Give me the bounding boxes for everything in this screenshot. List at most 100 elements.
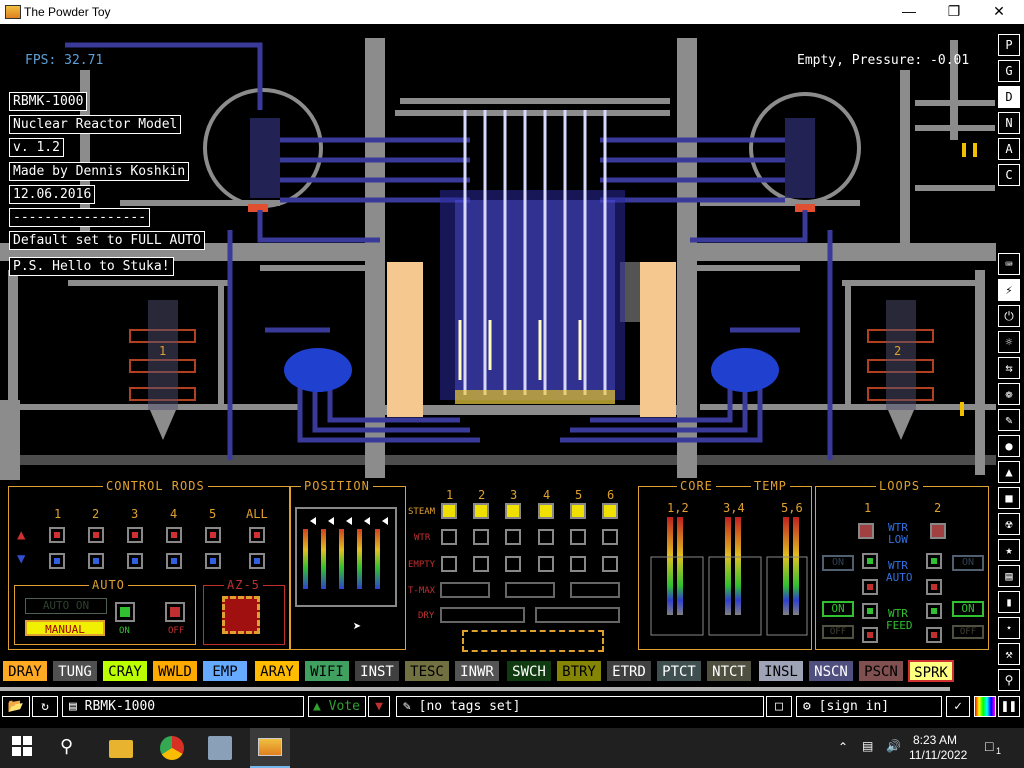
power-icon[interactable]: ⏻ <box>998 305 1020 327</box>
volume-icon[interactable]: 🔊 <box>886 739 901 753</box>
element-cray[interactable]: CRAY <box>102 660 148 682</box>
sign-in-button[interactable]: ⚙ [sign in] <box>796 696 942 717</box>
element-tung[interactable]: TUNG <box>52 660 98 682</box>
chrome-icon[interactable] <box>160 736 184 760</box>
sign-author[interactable]: Made by Dennis Koshkin <box>9 162 190 181</box>
fire-icon[interactable]: ▲ <box>998 461 1020 483</box>
chevron-up-icon[interactable]: ⌃ <box>838 740 848 754</box>
wrench-icon[interactable]: ⚒ <box>998 643 1020 665</box>
element-dray[interactable]: DRAY <box>2 660 48 682</box>
explosive-icon[interactable]: ☼ <box>998 331 1020 353</box>
menu-button-p[interactable]: P <box>998 34 1020 56</box>
rod-2-up-button[interactable] <box>88 527 104 543</box>
auto-off-switch[interactable] <box>165 602 185 622</box>
clock-date[interactable]: 11/11/2022 <box>909 748 967 762</box>
drop-icon[interactable]: ● <box>998 435 1020 457</box>
vote-down-button[interactable]: ▼ <box>368 696 390 717</box>
element-aray[interactable]: ARAY <box>254 660 300 682</box>
loop-1-on-button[interactable]: ON <box>822 601 854 617</box>
menu-button-n[interactable]: N <box>998 112 1020 134</box>
frame-icon[interactable]: ▤ <box>998 565 1020 587</box>
simulation-canvas[interactable]: 1 2 <box>0 24 996 484</box>
eraser-icon[interactable]: ⋆ <box>998 617 1020 639</box>
az5-button[interactable] <box>222 596 260 634</box>
vote-up-button[interactable]: ▲ Vote <box>308 696 366 717</box>
save-name-field[interactable]: ▤ RBMK-1000 <box>62 696 304 717</box>
element-pscn[interactable]: PSCN <box>858 660 904 682</box>
bookmark-icon[interactable]: ▮ <box>998 591 1020 613</box>
rod-3-up-button[interactable] <box>127 527 143 543</box>
sign-default[interactable]: Default set to FULL AUTO <box>9 231 205 250</box>
auto-on-button[interactable]: AUTO ON <box>25 598 107 614</box>
sign-divider[interactable]: ----------------- <box>9 208 151 227</box>
loop-2-on-button[interactable]: ON <box>952 601 984 617</box>
render-options-icon[interactable] <box>974 696 996 717</box>
element-inwr[interactable]: INWR <box>454 660 500 682</box>
rod-2-down-button[interactable] <box>88 553 104 569</box>
rod-5-down-button[interactable] <box>205 553 221 569</box>
app-window-icon[interactable] <box>208 736 232 760</box>
loop-1-auto-up[interactable] <box>862 553 878 569</box>
menu-button-g[interactable]: G <box>998 60 1020 82</box>
sign-title[interactable]: RBMK-1000 <box>9 92 88 111</box>
search-icon-taskbar[interactable]: ⚲ <box>60 736 84 760</box>
clock-time[interactable]: 8:23 AM <box>913 733 957 747</box>
loop-2-auto-up[interactable] <box>926 553 942 569</box>
tags-field[interactable]: ✎ [no tags set] <box>396 696 764 717</box>
element-wwld[interactable]: WWLD <box>152 660 198 682</box>
radiation-icon[interactable]: ☢ <box>998 513 1020 535</box>
arrows-icon[interactable]: ⇆ <box>998 357 1020 379</box>
rod-4-up-button[interactable] <box>166 527 182 543</box>
manual-button[interactable]: MANUAL <box>25 620 105 636</box>
loop-2-auto-down[interactable] <box>926 579 942 595</box>
box-icon[interactable]: ■ <box>998 487 1020 509</box>
element-btry[interactable]: BTRY <box>556 660 602 682</box>
element-ntct[interactable]: NTCT <box>706 660 752 682</box>
loop-2-on-button-inactive[interactable]: ON <box>952 555 984 571</box>
loop-1-off-button[interactable]: OFF <box>822 625 854 639</box>
menu-button-a[interactable]: A <box>998 138 1020 160</box>
spray-icon[interactable]: ❁ <box>998 383 1020 405</box>
windows-start-icon[interactable] <box>12 736 36 760</box>
maximize-button[interactable]: ❐ <box>931 0 977 24</box>
sign-subtitle[interactable]: Nuclear Reactor Model <box>9 115 182 134</box>
new-save-icon[interactable]: □ <box>766 696 792 717</box>
notifications-icon[interactable]: □ <box>985 738 993 754</box>
close-button[interactable]: ✕ <box>976 0 1022 24</box>
star-icon[interactable]: ★ <box>998 539 1020 561</box>
element-insl[interactable]: INSL <box>758 660 804 682</box>
rod-all-down-button[interactable] <box>249 553 265 569</box>
loop-2-off-button[interactable]: OFF <box>952 625 984 639</box>
element-inst[interactable]: INST <box>354 660 400 682</box>
reload-icon[interactable]: ↻ <box>32 696 58 717</box>
minimize-button[interactable]: — <box>886 0 932 24</box>
rod-3-down-button[interactable] <box>127 553 143 569</box>
rod-4-down-button[interactable] <box>166 553 182 569</box>
search-icon[interactable]: ⚲ <box>998 669 1020 691</box>
sign-version[interactable]: v. 1.2 <box>9 138 64 157</box>
loop-1-feed-up[interactable] <box>862 603 878 619</box>
pause-icon[interactable]: ❚❚ <box>998 696 1020 717</box>
loop-2-feed-down[interactable] <box>926 627 942 643</box>
element-tesc[interactable]: TESC <box>404 660 450 682</box>
menu-button-c[interactable]: C <box>998 164 1020 186</box>
pen-icon[interactable]: ✎ <box>998 409 1020 431</box>
element-emp[interactable]: EMP <box>202 660 248 682</box>
open-save-icon[interactable]: 📂 <box>2 696 30 717</box>
element-wifi[interactable]: WIFI <box>304 660 350 682</box>
loop-2-feed-up[interactable] <box>926 603 942 619</box>
rod-5-up-button[interactable] <box>205 527 221 543</box>
element-nscn[interactable]: NSCN <box>808 660 854 682</box>
network-icon[interactable]: ▤ <box>862 739 873 753</box>
loop-1-feed-down[interactable] <box>862 627 878 643</box>
plug-icon[interactable]: ⚡ <box>998 279 1020 301</box>
element-etrd[interactable]: ETRD <box>606 660 652 682</box>
rod-all-up-button[interactable] <box>249 527 265 543</box>
element-sprk[interactable]: SPRK <box>908 660 954 682</box>
element-swch[interactable]: SWCH <box>506 660 552 682</box>
sign-ps[interactable]: P.S. Hello to Stuka! <box>9 257 174 276</box>
rod-1-down-button[interactable] <box>49 553 65 569</box>
settings-icon[interactable]: ✓ <box>946 696 970 717</box>
loop-1-on-button-inactive[interactable]: ON <box>822 555 854 571</box>
sign-date[interactable]: 12.06.2016 <box>9 185 96 204</box>
